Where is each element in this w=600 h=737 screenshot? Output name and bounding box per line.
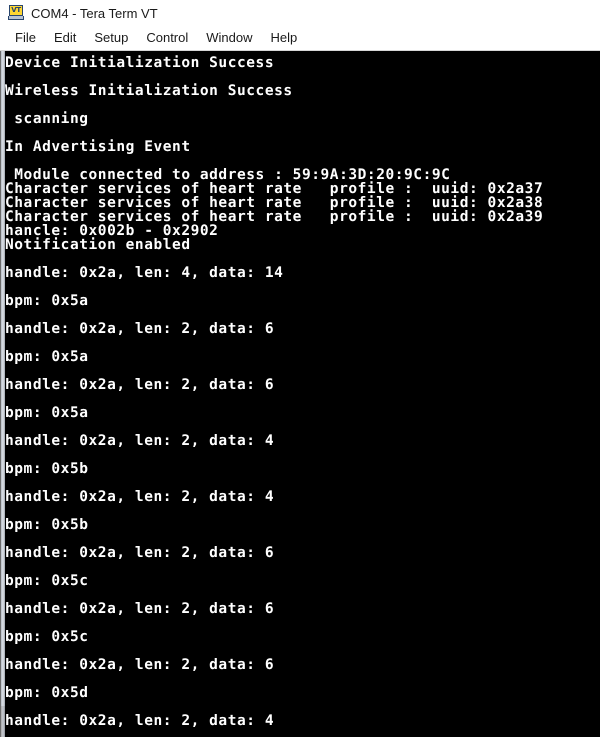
- terminal-line: handle: 0x2a, len: 2, data: 6: [5, 377, 275, 393]
- terminal-line: Module connected to address : 59:9A:3D:2…: [5, 167, 451, 183]
- terminal-line: handle: 0x2a, len: 4, data: 14: [5, 265, 284, 281]
- tera-term-vt-icon: VT: [8, 5, 24, 21]
- terminal-line: bpm: 0x5b: [5, 517, 89, 533]
- terminal-line: handle: 0x2a, len: 2, data: 6: [5, 601, 275, 617]
- menu-item-file[interactable]: File: [6, 28, 45, 48]
- terminal-line: handle: 0x2a, len: 2, data: 6: [5, 545, 275, 561]
- terminal-line: In Advertising Event: [5, 139, 191, 155]
- terminal-line: Wireless Initialization Success: [5, 83, 293, 99]
- window-title: COM4 - Tera Term VT: [31, 5, 158, 21]
- terminal-line: Character services of heart rate profile…: [5, 195, 544, 211]
- menu-item-setup[interactable]: Setup: [85, 28, 137, 48]
- terminal-line: bpm: 0x5a: [5, 293, 89, 309]
- tera-term-window: VT COM4 - Tera Term VT File Edit Setup C…: [0, 0, 600, 737]
- menu-bar: File Edit Setup Control Window Help: [0, 26, 600, 51]
- terminal-line: Device Initialization Success: [5, 55, 275, 71]
- terminal-line: handle: 0x2a, len: 2, data: 6: [5, 657, 275, 673]
- terminal-output[interactable]: Device Initialization Success Wireless I…: [5, 51, 600, 737]
- terminal-line: handle: 0x2a, len: 2, data: 4: [5, 433, 275, 449]
- terminal-line: handle: 0x2a, len: 2, data: 4: [5, 713, 275, 729]
- terminal-line: scanning: [5, 111, 89, 127]
- terminal-line: handle: 0x2a, len: 2, data: 6: [5, 321, 275, 337]
- terminal-line: bpm: 0x5a: [5, 349, 89, 365]
- terminal-line: Notification enabled: [5, 237, 191, 253]
- app-icon-label: VT: [11, 6, 21, 14]
- terminal-line: bpm: 0x5c: [5, 629, 89, 645]
- menu-item-control[interactable]: Control: [137, 28, 197, 48]
- terminal-line: hancle: 0x002b - 0x2902: [5, 223, 219, 239]
- terminal-area: Device Initialization Success Wireless I…: [0, 51, 600, 737]
- terminal-line: Character services of heart rate profile…: [5, 209, 544, 225]
- terminal-line: bpm: 0x5c: [5, 573, 89, 589]
- menu-item-edit[interactable]: Edit: [45, 28, 85, 48]
- terminal-line: bpm: 0x5b: [5, 461, 89, 477]
- window-titlebar: VT COM4 - Tera Term VT: [0, 0, 600, 26]
- menu-item-help[interactable]: Help: [262, 28, 307, 48]
- menu-item-window[interactable]: Window: [197, 28, 261, 48]
- terminal-line: Character services of heart rate profile…: [5, 181, 544, 197]
- terminal-line: bpm: 0x5a: [5, 405, 89, 421]
- terminal-line: handle: 0x2a, len: 2, data: 4: [5, 489, 275, 505]
- terminal-line: bpm: 0x5d: [5, 685, 89, 701]
